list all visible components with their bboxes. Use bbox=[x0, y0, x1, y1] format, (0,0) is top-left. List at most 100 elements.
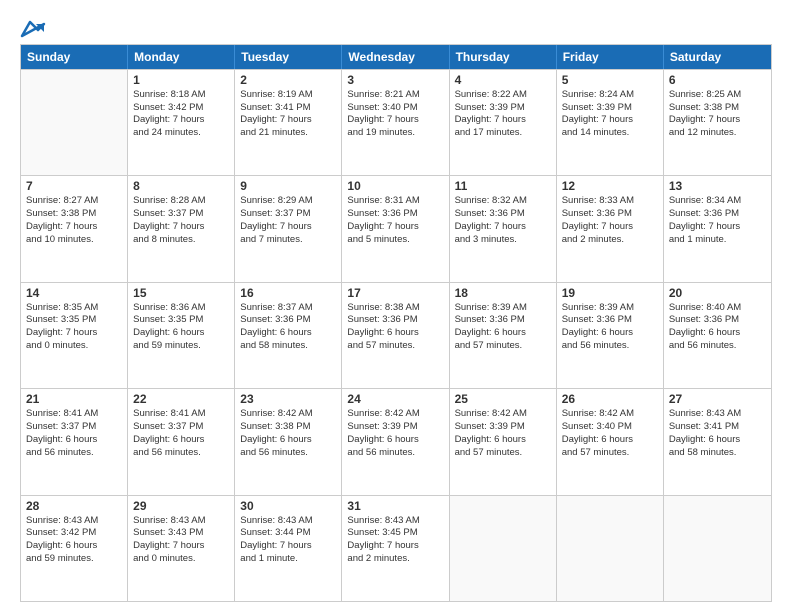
calendar-cell: 17Sunrise: 8:38 AMSunset: 3:36 PMDayligh… bbox=[342, 283, 449, 388]
daylight-text: Daylight: 7 hours bbox=[669, 221, 766, 234]
daylight-text: Daylight: 6 hours bbox=[26, 434, 122, 447]
daylight-minutes-text: and 59 minutes. bbox=[26, 553, 122, 566]
day-number: 30 bbox=[240, 499, 336, 513]
daylight-text: Daylight: 6 hours bbox=[669, 434, 766, 447]
daylight-minutes-text: and 59 minutes. bbox=[133, 340, 229, 353]
calendar-cell: 2Sunrise: 8:19 AMSunset: 3:41 PMDaylight… bbox=[235, 70, 342, 175]
day-number: 10 bbox=[347, 179, 443, 193]
sunset-text: Sunset: 3:43 PM bbox=[133, 527, 229, 540]
calendar-cell: 27Sunrise: 8:43 AMSunset: 3:41 PMDayligh… bbox=[664, 389, 771, 494]
daylight-minutes-text: and 57 minutes. bbox=[347, 340, 443, 353]
sunset-text: Sunset: 3:41 PM bbox=[669, 421, 766, 434]
daylight-text: Daylight: 7 hours bbox=[562, 221, 658, 234]
cal-header-day: Wednesday bbox=[342, 45, 449, 69]
day-number: 13 bbox=[669, 179, 766, 193]
cal-header-day: Monday bbox=[128, 45, 235, 69]
sunrise-text: Sunrise: 8:35 AM bbox=[26, 302, 122, 315]
calendar-cell: 19Sunrise: 8:39 AMSunset: 3:36 PMDayligh… bbox=[557, 283, 664, 388]
daylight-minutes-text: and 7 minutes. bbox=[240, 234, 336, 247]
daylight-minutes-text: and 2 minutes. bbox=[347, 553, 443, 566]
calendar-cell: 3Sunrise: 8:21 AMSunset: 3:40 PMDaylight… bbox=[342, 70, 449, 175]
calendar-week: 28Sunrise: 8:43 AMSunset: 3:42 PMDayligh… bbox=[21, 495, 771, 601]
sunrise-text: Sunrise: 8:43 AM bbox=[133, 515, 229, 528]
sunset-text: Sunset: 3:41 PM bbox=[240, 102, 336, 115]
day-number: 1 bbox=[133, 73, 229, 87]
day-number: 22 bbox=[133, 392, 229, 406]
daylight-minutes-text: and 0 minutes. bbox=[133, 553, 229, 566]
calendar-cell: 7Sunrise: 8:27 AMSunset: 3:38 PMDaylight… bbox=[21, 176, 128, 281]
daylight-minutes-text: and 56 minutes. bbox=[240, 447, 336, 460]
daylight-minutes-text: and 24 minutes. bbox=[133, 127, 229, 140]
sunset-text: Sunset: 3:37 PM bbox=[133, 421, 229, 434]
daylight-text: Daylight: 6 hours bbox=[562, 327, 658, 340]
sunset-text: Sunset: 3:42 PM bbox=[133, 102, 229, 115]
daylight-text: Daylight: 6 hours bbox=[347, 434, 443, 447]
day-number: 31 bbox=[347, 499, 443, 513]
sunset-text: Sunset: 3:37 PM bbox=[240, 208, 336, 221]
calendar-cell: 4Sunrise: 8:22 AMSunset: 3:39 PMDaylight… bbox=[450, 70, 557, 175]
sunset-text: Sunset: 3:45 PM bbox=[347, 527, 443, 540]
day-number: 18 bbox=[455, 286, 551, 300]
logo-text bbox=[20, 18, 46, 39]
day-number: 2 bbox=[240, 73, 336, 87]
logo bbox=[20, 18, 46, 36]
sunrise-text: Sunrise: 8:31 AM bbox=[347, 195, 443, 208]
calendar-cell bbox=[21, 70, 128, 175]
sunrise-text: Sunrise: 8:29 AM bbox=[240, 195, 336, 208]
day-number: 9 bbox=[240, 179, 336, 193]
day-number: 28 bbox=[26, 499, 122, 513]
daylight-text: Daylight: 7 hours bbox=[240, 540, 336, 553]
calendar-cell: 15Sunrise: 8:36 AMSunset: 3:35 PMDayligh… bbox=[128, 283, 235, 388]
sunrise-text: Sunrise: 8:43 AM bbox=[26, 515, 122, 528]
day-number: 3 bbox=[347, 73, 443, 87]
calendar-cell: 24Sunrise: 8:42 AMSunset: 3:39 PMDayligh… bbox=[342, 389, 449, 494]
daylight-minutes-text: and 56 minutes. bbox=[347, 447, 443, 460]
calendar-cell: 6Sunrise: 8:25 AMSunset: 3:38 PMDaylight… bbox=[664, 70, 771, 175]
day-number: 23 bbox=[240, 392, 336, 406]
daylight-text: Daylight: 7 hours bbox=[240, 221, 336, 234]
calendar-cell: 30Sunrise: 8:43 AMSunset: 3:44 PMDayligh… bbox=[235, 496, 342, 601]
header bbox=[20, 18, 772, 36]
calendar-cell: 13Sunrise: 8:34 AMSunset: 3:36 PMDayligh… bbox=[664, 176, 771, 281]
day-number: 17 bbox=[347, 286, 443, 300]
sunrise-text: Sunrise: 8:24 AM bbox=[562, 89, 658, 102]
daylight-minutes-text: and 1 minute. bbox=[240, 553, 336, 566]
daylight-text: Daylight: 7 hours bbox=[669, 114, 766, 127]
calendar: SundayMondayTuesdayWednesdayThursdayFrid… bbox=[20, 44, 772, 602]
day-number: 19 bbox=[562, 286, 658, 300]
sunrise-text: Sunrise: 8:42 AM bbox=[562, 408, 658, 421]
cal-header-day: Tuesday bbox=[235, 45, 342, 69]
day-number: 7 bbox=[26, 179, 122, 193]
daylight-text: Daylight: 7 hours bbox=[133, 221, 229, 234]
daylight-text: Daylight: 6 hours bbox=[133, 434, 229, 447]
sunset-text: Sunset: 3:37 PM bbox=[133, 208, 229, 221]
day-number: 14 bbox=[26, 286, 122, 300]
daylight-text: Daylight: 7 hours bbox=[26, 327, 122, 340]
day-number: 8 bbox=[133, 179, 229, 193]
sunset-text: Sunset: 3:42 PM bbox=[26, 527, 122, 540]
daylight-text: Daylight: 6 hours bbox=[455, 434, 551, 447]
sunset-text: Sunset: 3:44 PM bbox=[240, 527, 336, 540]
daylight-text: Daylight: 6 hours bbox=[347, 327, 443, 340]
calendar-body: 1Sunrise: 8:18 AMSunset: 3:42 PMDaylight… bbox=[21, 69, 771, 601]
calendar-header: SundayMondayTuesdayWednesdayThursdayFrid… bbox=[21, 45, 771, 69]
day-number: 16 bbox=[240, 286, 336, 300]
logo-icon bbox=[20, 20, 46, 38]
calendar-cell: 9 Sunrise: 8:29 AMSunset: 3:37 PMDaylight… bbox=[235, 176, 342, 281]
day-number: 12 bbox=[562, 179, 658, 193]
calendar-cell: 8Sunrise: 8:28 AMSunset: 3:37 PMDaylight… bbox=[128, 176, 235, 281]
sunrise-text: Sunrise: 8:40 AM bbox=[669, 302, 766, 315]
daylight-text: Daylight: 6 hours bbox=[133, 327, 229, 340]
daylight-minutes-text: and 56 minutes. bbox=[26, 447, 122, 460]
calendar-cell bbox=[557, 496, 664, 601]
sunset-text: Sunset: 3:40 PM bbox=[562, 421, 658, 434]
day-number: 15 bbox=[133, 286, 229, 300]
sunrise-text: Sunrise: 8:36 AM bbox=[133, 302, 229, 315]
daylight-minutes-text: and 57 minutes. bbox=[455, 340, 551, 353]
sunrise-text: Sunrise: 8:39 AM bbox=[455, 302, 551, 315]
sunrise-text: Sunrise: 8:41 AM bbox=[26, 408, 122, 421]
sunset-text: Sunset: 3:36 PM bbox=[669, 314, 766, 327]
sunset-text: Sunset: 3:39 PM bbox=[562, 102, 658, 115]
daylight-text: Daylight: 7 hours bbox=[455, 114, 551, 127]
daylight-minutes-text: and 56 minutes. bbox=[562, 340, 658, 353]
